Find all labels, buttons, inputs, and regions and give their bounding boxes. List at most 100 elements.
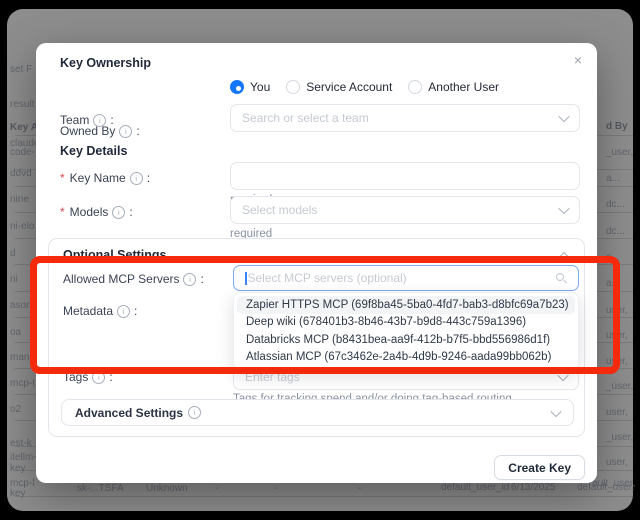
- team-label-text: Team: [60, 113, 89, 127]
- bg-text-fragment: a...: [606, 173, 620, 184]
- bg-text-fragment: _user,: [606, 432, 633, 443]
- metadata-label: Metadata i :: [63, 304, 137, 318]
- dropdown-option-zapier[interactable]: Zapier HTTPS MCP (69f8ba45-5ba0-4fd7-bab…: [237, 296, 575, 314]
- radio-label: You: [250, 80, 270, 94]
- search-icon: [555, 272, 567, 284]
- info-icon: i: [92, 371, 105, 384]
- bg-cell-date: 6/13/2025: [511, 482, 556, 493]
- close-icon[interactable]: ×: [574, 53, 582, 67]
- metadata-label-text: Metadata: [63, 304, 113, 318]
- bg-cell: -: [358, 483, 361, 494]
- bg-text-fragment: dc...: [606, 199, 625, 210]
- bg-text-fragment: result: [10, 99, 34, 110]
- info-icon: i: [117, 305, 130, 318]
- mcp-servers-dropdown: Zapier HTTPS MCP (69f8ba45-5ba0-4fd7-bab…: [233, 292, 579, 370]
- info-icon: i: [119, 125, 132, 138]
- bg-cell-user-id: default_user_id: [441, 482, 509, 493]
- chevron-down-icon: [557, 370, 568, 381]
- chevron-down-icon: [558, 111, 569, 122]
- bg-text-fragment: _user,: [606, 381, 633, 392]
- owned-by-radio-group: You Service Account Another User: [230, 80, 499, 94]
- colon: :: [136, 124, 139, 138]
- dropdown-option-deep-wiki[interactable]: Deep wiki (678401b3-8b46-43b7-b9d8-443c7…: [237, 314, 575, 332]
- allowed-mcp-servers-label: Allowed MCP Servers i :: [63, 272, 204, 286]
- dropdown-option-atlassian[interactable]: Atlassian MCP (67c3462e-2a4b-4d9b-9246-a…: [237, 349, 575, 367]
- info-icon: i: [112, 206, 125, 219]
- tags-label: Tags i :: [63, 370, 113, 384]
- required-mark: *: [60, 205, 65, 219]
- key-name-input[interactable]: [230, 162, 580, 190]
- models-placeholder: Select models: [242, 203, 560, 217]
- bg-text-fragment: d: [10, 248, 16, 259]
- bg-text-fragment: user,: [606, 407, 628, 418]
- bg-text-fragment: ni-elo: [10, 221, 34, 232]
- radio-option-service-account[interactable]: Service Account: [286, 80, 392, 94]
- radio-label: Another User: [428, 80, 499, 94]
- radio-option-another-user[interactable]: Another User: [408, 80, 499, 94]
- bg-cell: -: [215, 483, 218, 494]
- radio-checked-icon[interactable]: [230, 80, 244, 94]
- bg-text-fragment: manu: [10, 352, 35, 363]
- bg-text-fragment: itellm-: [10, 452, 37, 463]
- colon: :: [134, 304, 137, 318]
- mcp-servers-input[interactable]: Select MCP servers (optional): [233, 265, 579, 291]
- key-ownership-modal: Key Ownership × Owned By i : You Service…: [36, 43, 597, 483]
- bg-cell-status: Unknown: [146, 483, 188, 494]
- info-icon: i: [183, 273, 196, 286]
- team-select[interactable]: Search or select a team: [230, 104, 580, 132]
- key-name-label-text: Key Name: [70, 171, 126, 185]
- bg-text-fragment: ni: [10, 274, 18, 285]
- radio-unchecked-icon[interactable]: [408, 80, 422, 94]
- table-row-divider: [15, 496, 633, 497]
- optional-settings-heading[interactable]: Optional Settings: [63, 248, 166, 262]
- bg-text-fragment: key: [10, 488, 26, 499]
- models-label-text: Models: [70, 205, 109, 219]
- bg-text-fragment: dc...: [606, 226, 625, 237]
- colon: :: [110, 113, 113, 127]
- info-icon: i: [130, 172, 143, 185]
- bg-text-fragment: user,: [606, 305, 628, 316]
- models-select[interactable]: Select models: [230, 196, 580, 224]
- modal-title: Key Ownership: [60, 56, 151, 70]
- bg-text-fragment: c...: [606, 252, 619, 263]
- bg-table-header-fragment: Key A: [10, 122, 38, 133]
- bg-table-header-fragment: d By: [606, 121, 628, 132]
- colon: :: [200, 272, 203, 286]
- create-key-button[interactable]: Create Key: [494, 455, 585, 480]
- info-icon: i: [188, 406, 201, 419]
- bg-text-fragment: _user,: [606, 147, 633, 158]
- key-name-label: * Key Name i :: [60, 171, 150, 185]
- bg-cell-created-by: default_user,: [577, 482, 634, 493]
- colon: :: [147, 171, 150, 185]
- chevron-up-icon[interactable]: [558, 252, 569, 263]
- advanced-settings-toggle[interactable]: Advanced Settings i: [61, 399, 574, 426]
- required-mark: *: [60, 171, 65, 185]
- text-cursor: [245, 272, 247, 285]
- bg-text-fragment: user,: [606, 356, 628, 367]
- dropdown-option-databricks[interactable]: Databricks MCP (b8431bea-aa9f-412b-b7f5-…: [237, 331, 575, 349]
- team-label: Team i :: [60, 113, 114, 127]
- radio-option-you[interactable]: You: [230, 80, 270, 94]
- mcp-label-text: Allowed MCP Servers: [63, 272, 179, 286]
- colon: :: [109, 370, 112, 384]
- bg-text-fragment: est-k: [10, 438, 32, 449]
- team-placeholder: Search or select a team: [242, 111, 560, 125]
- bg-text-fragment: nine: [10, 194, 29, 205]
- radio-unchecked-icon[interactable]: [286, 80, 300, 94]
- tags-placeholder: Enter tags: [245, 370, 559, 384]
- key-details-heading: Key Details: [60, 144, 127, 158]
- bg-cell-secret-key: sk-...TSFA: [77, 483, 124, 494]
- tags-label-text: Tags: [63, 370, 88, 384]
- bg-text-fragment: ddvd: [10, 168, 32, 179]
- mcp-placeholder: Select MCP servers (optional): [248, 271, 556, 285]
- bg-text-fragment: mcp-t: [10, 378, 35, 389]
- chevron-down-icon: [550, 405, 561, 416]
- advanced-settings-heading: Advanced Settings: [75, 406, 183, 420]
- models-label: * Models i :: [60, 205, 133, 219]
- bg-text-fragment: key: [10, 463, 26, 474]
- bg-text-fragment: ason2: [10, 300, 37, 311]
- bg-text-fragment: set F: [10, 64, 32, 75]
- bg-text-fragment: user,: [606, 330, 628, 341]
- info-icon: i: [93, 114, 106, 127]
- optional-settings-panel: Optional Settings Allowed MCP Servers i …: [48, 238, 585, 437]
